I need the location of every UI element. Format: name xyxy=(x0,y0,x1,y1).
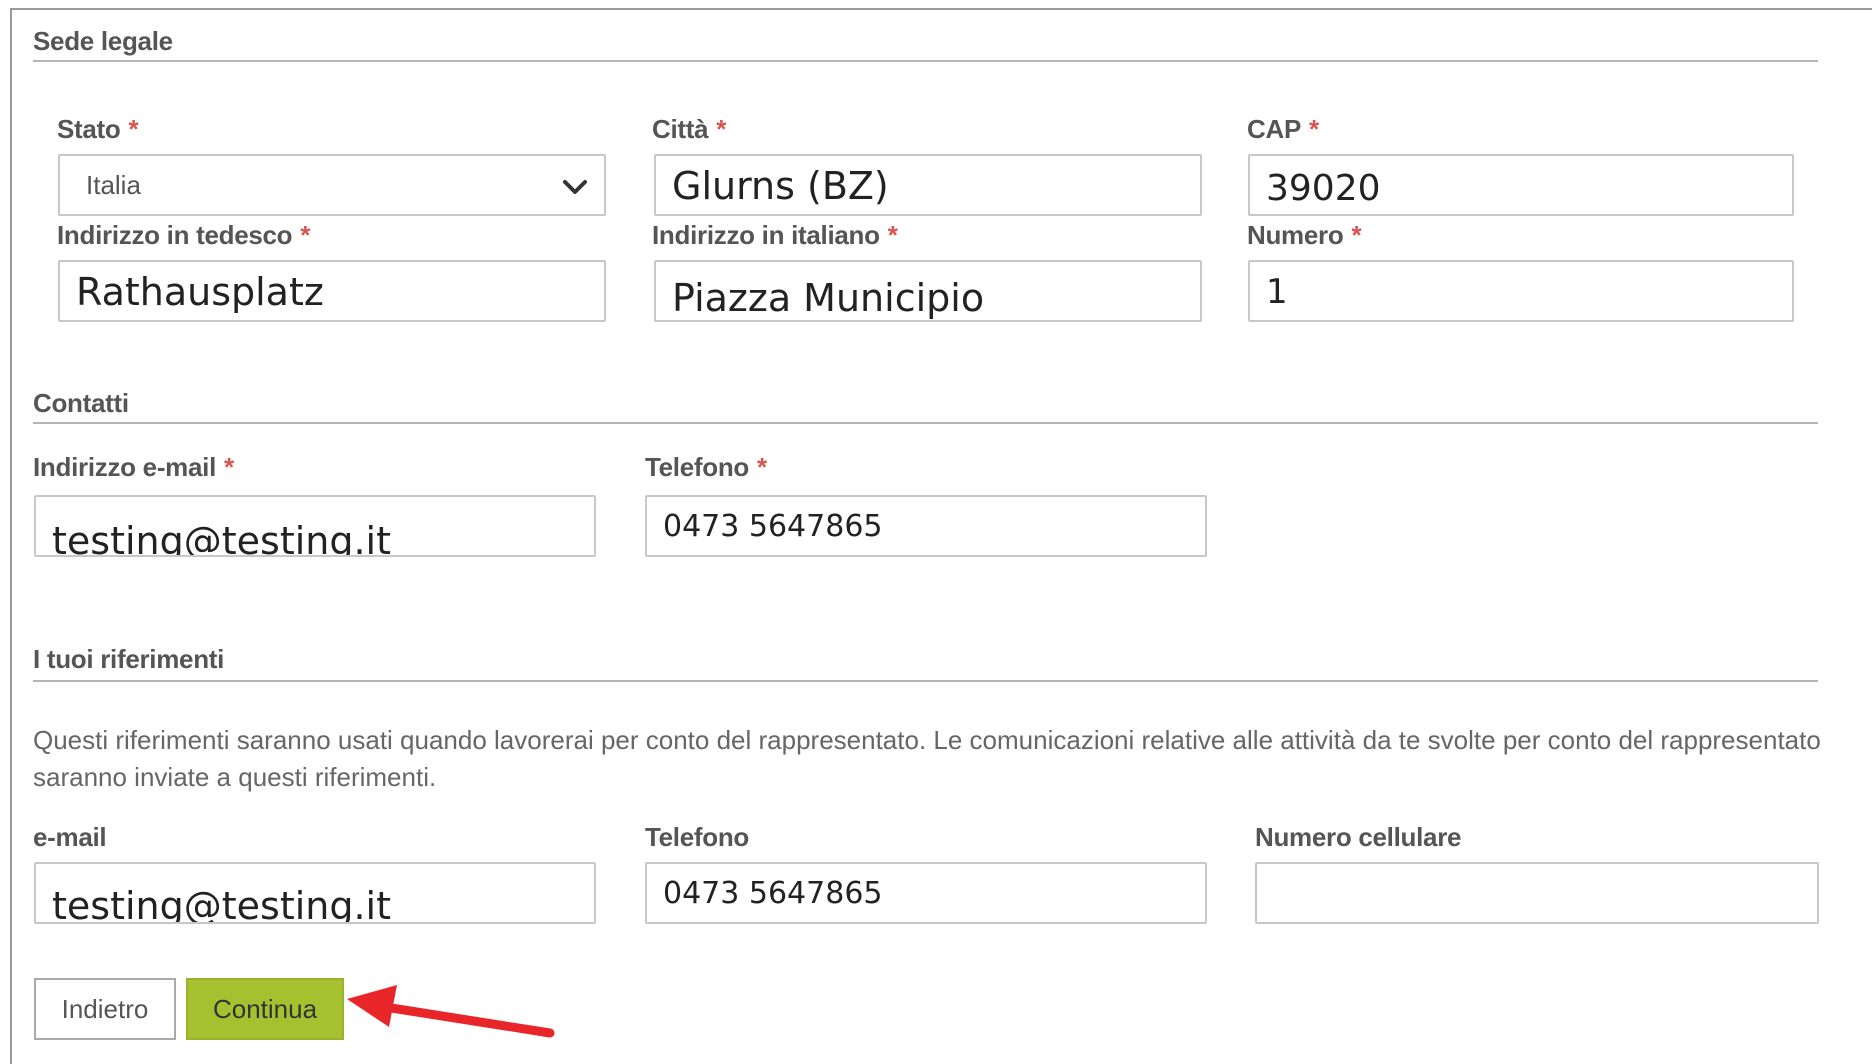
cap-input[interactable]: 39020 xyxy=(1248,154,1794,216)
numero-input[interactable]: 1 xyxy=(1248,260,1794,322)
section-divider xyxy=(33,680,1818,682)
cellulare-input[interactable] xyxy=(1255,862,1819,924)
continue-button[interactable]: Continua xyxy=(186,978,344,1040)
telefono-input[interactable]: 0473 5647865 xyxy=(645,495,1207,557)
telefono-value: 0473 5647865 xyxy=(663,509,907,544)
label-stato: Stato * xyxy=(57,114,139,144)
email-value: testing@testing.it xyxy=(52,519,416,555)
indirizzo-italiano-value: Piazza Municipio xyxy=(672,276,1009,320)
riferimenti-email-value: testing@testing.it xyxy=(52,884,416,922)
section-divider xyxy=(33,60,1818,62)
citta-input[interactable]: Glurns (BZ) xyxy=(654,154,1202,216)
label-indirizzo-italiano: Indirizzo in italiano * xyxy=(652,220,898,250)
section-title-contatti: Contatti xyxy=(33,388,129,418)
cap-value: 39020 xyxy=(1266,168,1405,209)
label-citta: Città * xyxy=(652,114,727,144)
stato-select[interactable]: Italia xyxy=(58,154,606,216)
section-title-sede-legale: Sede legale xyxy=(33,26,173,56)
label-riferimenti-telefono: Telefono xyxy=(645,822,749,852)
citta-value: Glurns (BZ) xyxy=(672,164,913,208)
indirizzo-tedesco-input[interactable]: Rathausplatz xyxy=(58,260,606,322)
section-divider xyxy=(33,422,1818,424)
riferimenti-email-input[interactable]: testing@testing.it xyxy=(34,862,596,924)
indirizzo-italiano-input[interactable]: Piazza Municipio xyxy=(654,260,1202,322)
section-title-riferimenti: I tuoi riferimenti xyxy=(33,644,225,674)
label-cap: CAP * xyxy=(1247,114,1319,144)
chevron-down-icon xyxy=(563,180,587,194)
riferimenti-telefono-value: 0473 5647865 xyxy=(663,876,907,911)
stato-select-value: Italia xyxy=(86,170,165,201)
email-input[interactable]: testing@testing.it xyxy=(34,495,596,557)
riferimenti-telefono-input[interactable]: 0473 5647865 xyxy=(645,862,1207,924)
indirizzo-tedesco-value: Rathausplatz xyxy=(76,270,348,314)
label-indirizzo-tedesco: Indirizzo in tedesco * xyxy=(57,220,311,250)
label-riferimenti-email: e-mail xyxy=(33,822,107,852)
riferimenti-description: Questi riferimenti saranno usati quando … xyxy=(33,725,1821,792)
label-email: Indirizzo e-mail * xyxy=(33,452,234,482)
red-arrow-icon xyxy=(347,985,555,1038)
label-cellulare: Numero cellulare xyxy=(1255,822,1462,852)
back-button[interactable]: Indietro xyxy=(34,978,176,1040)
label-telefono: Telefono * xyxy=(645,452,767,482)
numero-value: 1 xyxy=(1266,272,1312,312)
label-numero: Numero * xyxy=(1247,220,1362,250)
